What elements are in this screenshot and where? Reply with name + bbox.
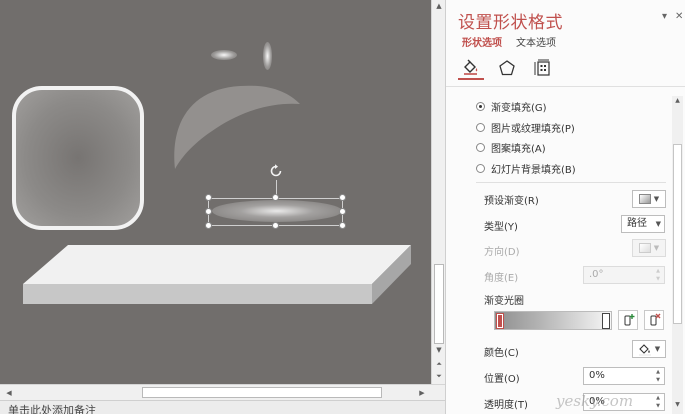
scroll-thumb[interactable] <box>434 264 444 344</box>
next-slide-icon[interactable]: ⏷ <box>432 370 446 382</box>
highlight-drop-shape[interactable] <box>263 42 272 70</box>
category-icon-row <box>458 56 558 82</box>
horizontal-scroll-thumb[interactable] <box>142 387 382 398</box>
resize-handle-left[interactable] <box>205 208 212 215</box>
highlight-oval-shape[interactable] <box>211 50 237 60</box>
fill-line-icon[interactable] <box>458 56 484 80</box>
previous-slide-icon[interactable]: ⏶ <box>432 358 446 370</box>
pane-options-icon[interactable]: ▾ <box>662 11 667 22</box>
radio-button[interactable] <box>476 142 485 152</box>
preset-gradient-dropdown[interactable]: ▼ <box>632 190 666 208</box>
direction-label: 方向(D) <box>484 247 520 258</box>
radio-button[interactable] <box>476 122 485 132</box>
direction-swatch-icon <box>638 243 651 253</box>
slide-vertical-scrollbar[interactable]: ▲ ▼ ⏶ ⏷ <box>431 0 445 384</box>
slide-canvas[interactable] <box>0 0 431 384</box>
scroll-right-icon[interactable]: ▶ <box>415 385 429 401</box>
radio-slide-background-fill[interactable]: 幻灯片背景填充(B) <box>476 160 576 176</box>
radio-button[interactable] <box>476 163 485 173</box>
angle-label: 角度(E) <box>484 273 519 284</box>
resize-handle-top-left[interactable] <box>205 194 212 201</box>
section-separator <box>476 182 666 183</box>
close-icon[interactable]: ✕ <box>675 11 683 22</box>
type-select-value: 路径 <box>627 218 647 229</box>
spinner-arrows-icon[interactable]: ▲ ▼ <box>654 394 662 410</box>
resize-handle-top[interactable] <box>272 194 279 201</box>
size-properties-icon[interactable] <box>530 56 556 80</box>
position-value: 0% <box>589 370 605 381</box>
radio-picture-fill[interactable]: 图片或纹理填充(P) <box>476 119 575 135</box>
add-gradient-stop-icon[interactable] <box>618 310 638 330</box>
resize-handle-bottom-left[interactable] <box>205 222 212 229</box>
watermark: yesky.com <box>556 392 634 410</box>
gradient-swatch-icon <box>638 194 651 204</box>
rounded-rectangle-shape[interactable] <box>12 86 144 230</box>
color-picker-dropdown[interactable]: ▼ <box>632 340 666 358</box>
scroll-left-icon[interactable]: ◀ <box>2 385 16 401</box>
remove-gradient-stop-icon[interactable] <box>644 310 664 330</box>
type-select[interactable]: 路径 ▼ <box>621 215 665 233</box>
resize-handle-top-right[interactable] <box>339 194 346 201</box>
slide-horizontal-scrollbar[interactable]: ◀ ▶ <box>0 384 445 400</box>
radio-button[interactable] <box>476 101 485 111</box>
preset-gradient-label: 预设渐变(R) <box>484 196 539 207</box>
pane-scroll-down-icon[interactable]: ▼ <box>672 400 683 410</box>
type-label: 类型(Y) <box>484 222 518 233</box>
gradient-stops-label: 渐变光圈 <box>484 296 524 307</box>
resize-handle-bottom[interactable] <box>272 222 279 229</box>
pane-vertical-scrollbar[interactable]: ▲ ▼ <box>672 96 683 414</box>
pane-divider <box>446 86 685 87</box>
resize-handle-bottom-right[interactable] <box>339 222 346 229</box>
radio-gradient-fill[interactable]: 渐变填充(G) <box>476 98 547 114</box>
pane-scroll-up-icon[interactable]: ▲ <box>672 96 683 106</box>
notes-placeholder[interactable]: 单击此处添加备注 <box>8 402 96 414</box>
pane-title: 设置形状格式 <box>458 13 563 33</box>
chevron-down-icon: ▼ <box>653 195 660 203</box>
radio-pattern-fill[interactable]: 图案填充(A) <box>476 139 546 155</box>
notes-bar[interactable]: 单击此处添加备注 <box>0 400 445 414</box>
gradient-stops-bar[interactable] <box>494 311 612 330</box>
3d-slab-shape[interactable] <box>22 244 414 306</box>
transparency-label: 透明度(T) <box>484 400 528 411</box>
effects-pentagon-icon[interactable] <box>494 56 520 80</box>
scroll-down-icon[interactable]: ▼ <box>432 344 446 356</box>
gradient-stop[interactable] <box>496 313 504 329</box>
angle-spinner: .0° ▲ ▼ <box>583 266 665 284</box>
spinner-arrows-icon[interactable]: ▲ ▼ <box>654 368 662 384</box>
curved-shape[interactable] <box>170 84 302 174</box>
rotate-handle-icon[interactable] <box>268 163 284 179</box>
paint-bucket-icon <box>638 344 651 356</box>
pane-scroll-thumb[interactable] <box>673 144 682 324</box>
spinner-arrows-icon: ▲ ▼ <box>656 268 660 282</box>
color-label: 颜色(C) <box>484 348 519 359</box>
direction-dropdown: ▼ <box>632 239 666 257</box>
position-label: 位置(O) <box>484 374 520 385</box>
resize-handle-right[interactable] <box>339 208 346 215</box>
angle-value: .0° <box>589 269 604 280</box>
chevron-down-icon: ▼ <box>655 220 661 228</box>
chevron-down-icon: ▼ <box>653 244 660 252</box>
format-shape-pane: 设置形状格式 ▾ ✕ 形状选项 文本选项 ▲ ▼ 渐变填充(G) 图片或纹理填充… <box>445 0 685 414</box>
position-spinner[interactable]: 0% ▲ ▼ <box>583 367 665 385</box>
tab-shape-options[interactable]: 形状选项 <box>462 34 502 49</box>
scroll-up-icon[interactable]: ▲ <box>432 0 446 12</box>
tab-text-options[interactable]: 文本选项 <box>516 34 556 49</box>
chevron-down-icon: ▼ <box>654 345 661 353</box>
gradient-stop[interactable] <box>602 313 610 329</box>
